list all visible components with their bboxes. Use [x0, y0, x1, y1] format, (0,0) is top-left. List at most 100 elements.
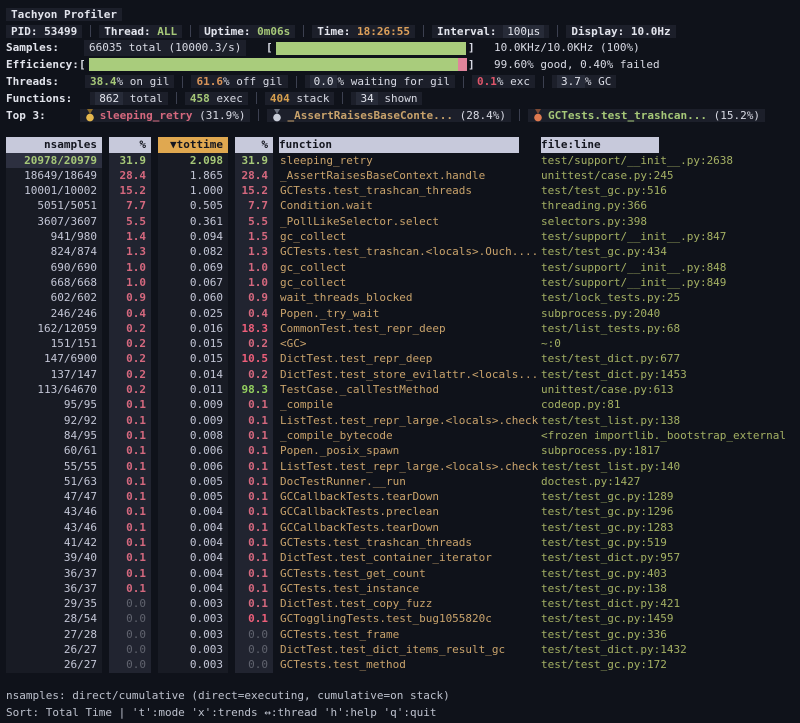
tottime-cell: 0.009: [158, 397, 228, 412]
cum-pct-cell: 0.1: [235, 428, 273, 443]
column-header-fileline[interactable]: file:line: [541, 137, 659, 153]
tottime-cell: 0.006: [158, 443, 228, 458]
function-cell: _compile: [279, 397, 541, 412]
divider: [256, 92, 257, 104]
fileline-cell: test/test_gc.py:1289: [541, 489, 800, 504]
fileline-cell: test/test_gc.py:138: [541, 581, 800, 596]
direct-pct-cell: 0.0: [109, 596, 151, 611]
table-row[interactable]: 55/550.10.0060.1ListTest.test_repr_large…: [0, 459, 800, 474]
table-row[interactable]: 28/540.00.0030.1GCTogglingTests.test_bug…: [0, 611, 800, 626]
table-row[interactable]: 824/8741.30.0821.3GCTests.test_trashcan.…: [0, 244, 800, 259]
nsamples-cell: 20978/20979: [6, 153, 102, 168]
table-row[interactable]: 36/370.10.0040.1GCTests.test_instancetes…: [0, 581, 800, 596]
table-row[interactable]: 10001/1000215.21.00015.2GCTests.test_tra…: [0, 183, 800, 198]
pid-value: 53499: [38, 25, 78, 38]
table-row[interactable]: 26/270.00.0030.0DictTest.test_dict_items…: [0, 642, 800, 657]
cum-pct-cell: 1.0: [235, 275, 273, 290]
function-cell: gc_collect: [279, 260, 541, 275]
table-row[interactable]: 43/460.10.0040.1GCCallbackTests.preclean…: [0, 504, 800, 519]
table-row[interactable]: 51/630.10.0050.1DocTestRunner.__rundocte…: [0, 474, 800, 489]
table-row[interactable]: 41/420.10.0040.1GCTests.test_trashcan_th…: [0, 535, 800, 550]
tottime-cell: 0.505: [158, 198, 228, 213]
fileline-cell: <frozen importlib._bootstrap_external: [541, 428, 800, 443]
bronze-medal-icon: [533, 109, 543, 122]
fileline-cell: test/test_dict.py:1453: [541, 367, 800, 382]
uptime-field: Uptime: 0m06s: [199, 25, 295, 38]
thread-field[interactable]: Thread: ALL: [99, 25, 182, 38]
table-row[interactable]: 92/920.10.0090.1ListTest.test_repr_large…: [0, 413, 800, 428]
efficiency-bar-close-bracket: ]: [468, 56, 475, 73]
nsamples-cell: 5051/5051: [6, 198, 102, 213]
table-row[interactable]: 60/610.10.0060.1Popen._posix_spawnsubpro…: [0, 443, 800, 458]
table-row[interactable]: 162/120590.20.01618.3CommonTest.test_rep…: [0, 321, 800, 336]
nsamples-cell: 84/95: [6, 428, 102, 443]
profile-table-body: 20978/2097931.92.09831.9sleeping_retryte…: [0, 153, 800, 673]
table-row[interactable]: 137/1470.20.0140.2DictTest.test_store_ev…: [0, 367, 800, 382]
direct-pct-cell: 0.1: [109, 566, 151, 581]
cum-pct-cell: 0.1: [235, 413, 273, 428]
fileline-cell: test/test_dict.py:421: [541, 596, 800, 611]
fileline-cell: test/test_gc.py:1283: [541, 520, 800, 535]
functions-label: Functions:: [6, 92, 72, 105]
table-row[interactable]: 602/6020.90.0600.9wait_threads_blockedte…: [0, 290, 800, 305]
nsamples-cell: 26/27: [6, 657, 102, 672]
functions-stack: 404 stack: [265, 92, 335, 105]
column-header-nsamples[interactable]: nsamples: [6, 137, 102, 153]
table-row[interactable]: 246/2460.40.0250.4Popen._try_waitsubproc…: [0, 306, 800, 321]
nsamples-cell: 941/980: [6, 229, 102, 244]
column-header-cum-pct[interactable]: %: [235, 137, 273, 153]
gold-medal-icon: [85, 109, 95, 122]
table-row[interactable]: 5051/50517.70.5057.7Condition.waitthread…: [0, 198, 800, 213]
column-header-direct-pct[interactable]: %: [109, 137, 151, 153]
tottime-cell: 0.006: [158, 459, 228, 474]
table-row[interactable]: 18649/1864928.41.86528.4_AssertRaisesBas…: [0, 168, 800, 183]
nsamples-cell: 36/37: [6, 566, 102, 581]
direct-pct-cell: 1.3: [109, 244, 151, 259]
table-row[interactable]: 27/280.00.0030.0GCTests.test_frametest/t…: [0, 627, 800, 642]
table-row[interactable]: 84/950.10.0080.1_compile_bytecode<frozen…: [0, 428, 800, 443]
cum-pct-cell: 0.1: [235, 535, 273, 550]
tottime-cell: 1.000: [158, 183, 228, 198]
nsamples-cell: 29/35: [6, 596, 102, 611]
nsamples-cell: 602/602: [6, 290, 102, 305]
fileline-cell: ~:0: [541, 336, 800, 351]
tottime-cell: 0.008: [158, 428, 228, 443]
table-row[interactable]: 147/69000.20.01510.5DictTest.test_repr_d…: [0, 351, 800, 366]
table-row[interactable]: 36/370.10.0040.1GCTests.test_get_countte…: [0, 566, 800, 581]
interval-field: Interval: 100μs: [432, 25, 549, 38]
table-row[interactable]: 26/270.00.0030.0GCTests.test_methodtest/…: [0, 657, 800, 672]
tottime-cell: 0.004: [158, 535, 228, 550]
table-row[interactable]: 113/646700.20.01198.3TestCase._callTestM…: [0, 382, 800, 397]
table-row[interactable]: 668/6681.00.0671.0gc_collecttest/support…: [0, 275, 800, 290]
table-row[interactable]: 47/470.10.0050.1GCCallbackTests.tearDown…: [0, 489, 800, 504]
nsamples-cell: 47/47: [6, 489, 102, 504]
efficiency-summary: 99.60% good, 0.40% failed: [494, 56, 660, 73]
column-header-function[interactable]: function: [279, 137, 519, 153]
table-row[interactable]: 95/950.10.0090.1_compilecodeop.py:81: [0, 397, 800, 412]
nsamples-cell: 60/61: [6, 443, 102, 458]
column-header-tottime-sorted[interactable]: ▼tottime: [158, 137, 228, 153]
efficiency-row: Efficiency: [ ] 99.60% good, 0.40% faile…: [0, 56, 800, 73]
interval-value: 100μs: [503, 25, 544, 38]
table-row[interactable]: 151/1510.20.0150.2<GC>~:0: [0, 336, 800, 351]
divider: [557, 25, 558, 37]
direct-pct-cell: 1.4: [109, 229, 151, 244]
table-row[interactable]: 20978/2097931.92.09831.9sleeping_retryte…: [0, 153, 800, 168]
profile-table: nsamples % ▼tottime % function file:line…: [0, 137, 800, 673]
table-row[interactable]: 690/6901.00.0691.0gc_collecttest/support…: [0, 260, 800, 275]
fileline-cell: test/support/__init__.py:847: [541, 229, 800, 244]
samples-bar-close-bracket: ]: [468, 40, 475, 57]
function-cell: wait_threads_blocked: [279, 290, 541, 305]
table-row[interactable]: 39/400.10.0040.1DictTest.test_container_…: [0, 550, 800, 565]
samples-progress-bar: [276, 42, 466, 55]
divider: [296, 76, 297, 88]
direct-pct-cell: 0.2: [109, 367, 151, 382]
table-row[interactable]: 43/460.10.0040.1GCCallbackTests.tearDown…: [0, 520, 800, 535]
nsamples-cell: 51/63: [6, 474, 102, 489]
function-cell: _PollLikeSelector.select: [279, 214, 541, 229]
tottime-cell: 0.067: [158, 275, 228, 290]
table-row[interactable]: 3607/36075.50.3615.5_PollLikeSelector.se…: [0, 214, 800, 229]
cum-pct-cell: 15.2: [235, 183, 273, 198]
table-row[interactable]: 29/350.00.0030.1DictTest.test_copy_fuzzt…: [0, 596, 800, 611]
table-row[interactable]: 941/9801.40.0941.5gc_collecttest/support…: [0, 229, 800, 244]
